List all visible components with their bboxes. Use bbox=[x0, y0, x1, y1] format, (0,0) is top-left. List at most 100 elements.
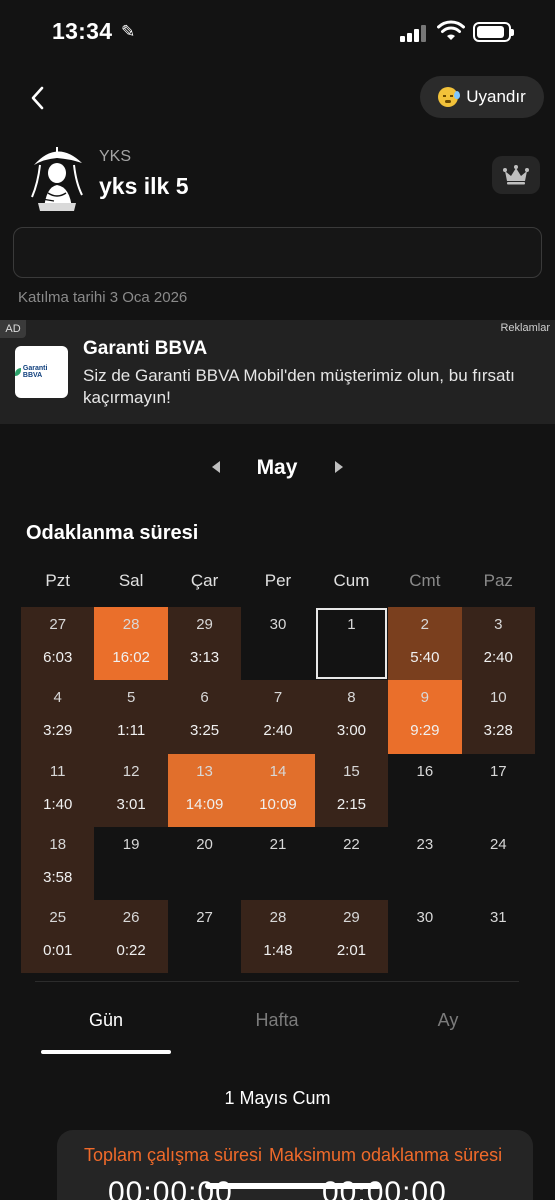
home-indicator bbox=[205, 1183, 381, 1189]
max-focus-time-label: Maksimum odaklanma süresi bbox=[269, 1145, 503, 1165]
calendar-day-focus-time: 0:01 bbox=[43, 942, 73, 960]
calendar-day-cell[interactable]: 16 bbox=[388, 754, 461, 827]
calendar-day-number: 14 bbox=[269, 762, 287, 780]
calendar-day-cell[interactable]: 2 5:40 bbox=[388, 607, 462, 681]
ad-reklam-label[interactable]: Reklamlar bbox=[500, 322, 550, 334]
calendar-day-cell[interactable]: 28 1:48 bbox=[241, 900, 315, 974]
calendar-day-focus-time: 1:48 bbox=[263, 942, 293, 960]
avatar[interactable] bbox=[24, 141, 90, 213]
calendar-day-cell[interactable]: 8 3:00 bbox=[314, 680, 389, 754]
calendar-day-number: 28 bbox=[122, 616, 140, 633]
calendar-day-number: 18 bbox=[49, 835, 67, 853]
calendar-day-number: 4 bbox=[53, 689, 62, 707]
calendar-day-cell[interactable]: 19 bbox=[94, 827, 167, 900]
calendar-day-cell[interactable]: 23 bbox=[388, 827, 461, 900]
calendar-day-number: 7 bbox=[273, 689, 283, 707]
calendar-day-cell[interactable]: 3 2:40 bbox=[461, 607, 535, 681]
calendar-day-number: 29 bbox=[196, 616, 213, 633]
back-arrow-icon[interactable] bbox=[26, 82, 54, 114]
calendar-day-cell[interactable]: 31 bbox=[462, 900, 535, 973]
calendar-day-number: 29 bbox=[343, 909, 360, 927]
next-month-icon[interactable] bbox=[335, 461, 343, 473]
calendar-day-cell[interactable]: 4 3:29 bbox=[21, 680, 95, 754]
calendar-day-cell[interactable]: 21 bbox=[241, 827, 314, 900]
tab-day[interactable]: Gün bbox=[21, 1010, 191, 1031]
calendar-day-number: 13 bbox=[196, 762, 213, 780]
calendar-day-cell[interactable]: 7 2:40 bbox=[241, 680, 315, 754]
calendar-day-number: 6 bbox=[200, 689, 209, 707]
ad-logo-text: Garanti BBVA bbox=[22, 365, 48, 379]
status-time: 13:34 bbox=[52, 18, 113, 44]
weekday-label: Cum bbox=[333, 571, 370, 590]
calendar-day-cell[interactable]: 12 3:01 bbox=[94, 753, 168, 827]
calendar-grid: 27 6:03 28 16:02 29 3:13 30 1 2 5:40 3 2:40 4 3:29 5 1:… bbox=[21, 607, 535, 974]
calendar-day-focus-time: 1:11 bbox=[117, 722, 146, 740]
pencil-icon: ✎ bbox=[121, 22, 136, 41]
tab-week[interactable]: Hafta bbox=[192, 1010, 362, 1031]
wake-button-label: Uyandır bbox=[466, 87, 526, 106]
weekday-label: Per bbox=[264, 571, 292, 590]
calendar-day-number: 23 bbox=[416, 835, 434, 853]
calendar-day-cell[interactable]: 14 10:09 bbox=[241, 753, 315, 827]
calendar-day-cell[interactable]: 13 14:09 bbox=[167, 753, 242, 827]
calendar-day-focus-time: 3:28 bbox=[483, 722, 513, 740]
garanti-leaf-icon bbox=[15, 368, 21, 376]
calendar-day-cell[interactable]: 28 16:02 bbox=[94, 607, 168, 681]
signal-icon bbox=[400, 24, 428, 42]
calendar-day-cell[interactable]: 11 1:40 bbox=[21, 753, 95, 827]
calendar-day-cell[interactable]: 10 3:28 bbox=[461, 680, 535, 754]
ad-logo: Garanti BBVA bbox=[15, 346, 68, 398]
calendar-day-cell[interactable]: 5 1:11 bbox=[94, 680, 168, 754]
calendar-day-cell[interactable]: 20 bbox=[168, 827, 241, 900]
calendar-day-cell[interactable]: 24 bbox=[462, 827, 535, 900]
group-name: yks ilk 5 bbox=[99, 173, 189, 199]
tab-month[interactable]: Ay bbox=[363, 1010, 533, 1031]
section-title: Odaklanma süresi bbox=[26, 522, 199, 544]
calendar-day-number: 22 bbox=[343, 835, 360, 853]
calendar-day-number: 16 bbox=[416, 762, 434, 780]
calendar-day-cell[interactable]: 30 bbox=[241, 607, 314, 680]
calendar-day-cell[interactable]: 29 3:13 bbox=[167, 607, 242, 681]
ad-banner[interactable]: AD Reklamlar Garanti BBVA Garanti BBVA S… bbox=[0, 320, 555, 424]
calendar-day-number: 20 bbox=[196, 835, 213, 853]
calendar-day-focus-time: 14:09 bbox=[185, 795, 224, 813]
month-label: May bbox=[256, 456, 298, 479]
calendar-day-cell[interactable]: 1 bbox=[315, 607, 388, 680]
weekday-label: Sal bbox=[118, 571, 144, 590]
calendar-day-focus-time: 2:40 bbox=[483, 649, 513, 666]
calendar-day-focus-time: 2:15 bbox=[336, 795, 367, 813]
group-description-box[interactable] bbox=[13, 227, 542, 278]
calendar-day-cell[interactable]: 9 9:29 bbox=[388, 680, 462, 754]
calendar-day-cell[interactable]: 30 bbox=[388, 900, 461, 973]
calendar-day-number: 5 bbox=[126, 689, 136, 707]
wake-button[interactable]: Uyandır bbox=[420, 76, 544, 118]
calendar-day-focus-time: 16:02 bbox=[112, 649, 150, 666]
calendar-day-cell[interactable]: 26 0:22 bbox=[94, 900, 168, 974]
battery-icon bbox=[473, 22, 514, 42]
calendar-day-cell[interactable]: 27 bbox=[168, 900, 241, 973]
calendar-day-cell[interactable]: 27 6:03 bbox=[21, 607, 95, 681]
calendar-day-number: 21 bbox=[269, 835, 287, 853]
calendar-day-number: 24 bbox=[489, 835, 507, 853]
divider bbox=[35, 981, 519, 982]
calendar-day-number: 1 bbox=[347, 616, 356, 633]
ad-text: Siz de Garanti BBVA Mobil'den müşterimiz… bbox=[83, 366, 515, 407]
calendar-day-cell[interactable]: 18 3:58 bbox=[21, 826, 95, 901]
calendar-day-cell[interactable]: 15 2:15 bbox=[314, 753, 389, 827]
crown-icon bbox=[503, 165, 529, 185]
calendar-day-cell[interactable]: 25 0:01 bbox=[21, 900, 95, 974]
calendar-day-number: 30 bbox=[416, 909, 434, 927]
calendar-day-cell[interactable]: 17 bbox=[462, 754, 535, 827]
calendar-day-focus-time: 10:09 bbox=[259, 795, 297, 813]
crown-button[interactable] bbox=[492, 156, 540, 194]
calendar-day-cell[interactable]: 6 3:25 bbox=[167, 680, 242, 754]
calendar-day-focus-time: 3:00 bbox=[336, 722, 367, 740]
weekday-label: Cmt bbox=[409, 571, 441, 590]
weekday-label: Paz bbox=[483, 571, 513, 590]
weekday-label: Çar bbox=[190, 571, 219, 590]
calendar-day-number: 11 bbox=[49, 762, 66, 780]
prev-month-icon[interactable] bbox=[212, 461, 220, 473]
calendar-day-cell[interactable]: 22 bbox=[315, 827, 388, 900]
calendar-day-focus-time: 1:40 bbox=[43, 795, 73, 813]
calendar-day-cell[interactable]: 29 2:01 bbox=[314, 900, 389, 974]
